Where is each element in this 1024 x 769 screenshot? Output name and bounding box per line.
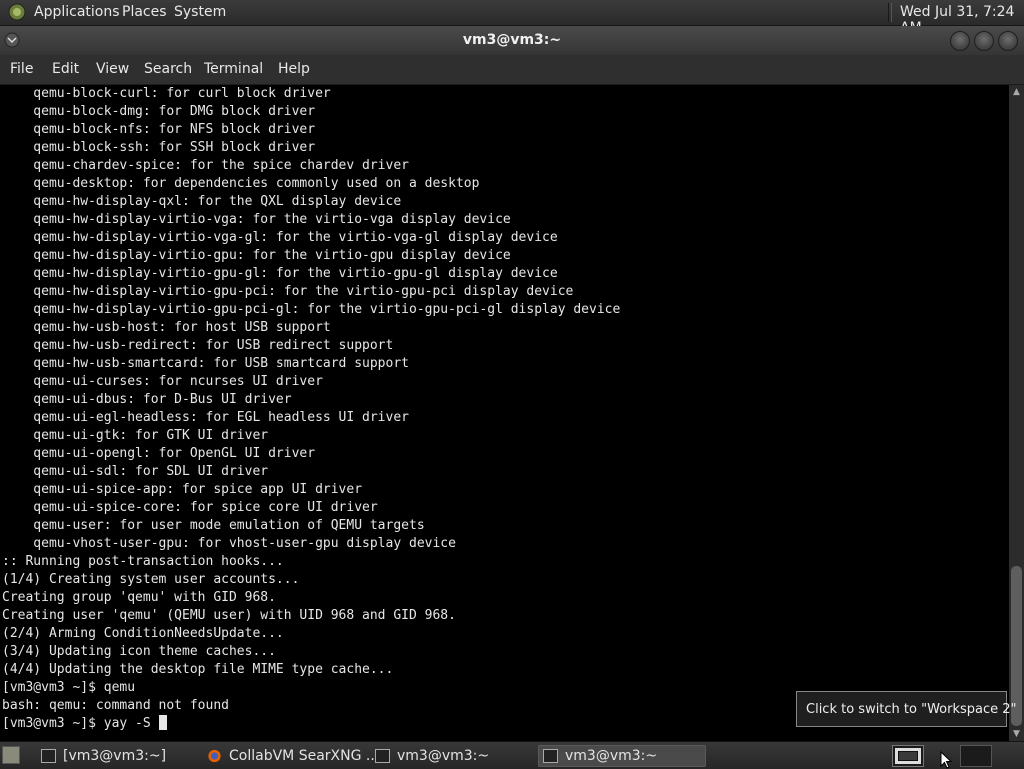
terminal-prompt-line: [vm3@vm3 ~]$ yay -S (2, 715, 620, 733)
window-titlebar[interactable]: vm3@vm3:~ (0, 26, 1024, 55)
terminal-line: bash: qemu: command not found (2, 698, 229, 713)
terminal-output-area[interactable]: qemu-block-curl: for curl block driver q… (0, 85, 1009, 741)
minimize-button[interactable] (950, 31, 970, 51)
menu-terminal[interactable]: Terminal (204, 61, 263, 77)
terminal-line: qemu-block-dmg: for DMG block driver (2, 104, 316, 119)
window-title: vm3@vm3:~ (462, 32, 562, 48)
taskbar-item-label: [vm3@vm3:~] (63, 748, 167, 764)
mouse-pointer-icon (940, 751, 952, 769)
terminal-line: qemu-ui-spice-core: for spice core UI dr… (2, 500, 378, 515)
terminal-line: qemu-hw-display-virtio-vga: for the virt… (2, 212, 511, 227)
terminal-line: :: Running post-transaction hooks... (2, 554, 284, 569)
taskbar-item-terminal-minimized[interactable]: [vm3@vm3:~] (36, 745, 200, 767)
terminal-line: qemu-ui-opengl: for OpenGL UI driver (2, 446, 316, 461)
menu-file[interactable]: File (10, 61, 33, 77)
taskbar-item-label: vm3@vm3:~ (565, 748, 658, 764)
terminal-line: qemu-ui-gtk: for GTK UI driver (2, 428, 269, 443)
terminal-line: Creating user 'qemu' (QEMU user) with UI… (2, 608, 456, 623)
workspace-tooltip: Click to switch to "Workspace 2" (796, 691, 1017, 727)
places-menu[interactable]: Places (122, 4, 167, 20)
terminal-menubar: File Edit View Search Terminal Help (0, 55, 1024, 85)
terminal-icon (375, 749, 390, 763)
terminal-line: qemu-ui-egl-headless: for EGL headless U… (2, 410, 409, 425)
terminal-line: qemu-hw-usb-redirect: for USB redirect s… (2, 338, 394, 353)
gnome-foot-icon[interactable] (8, 3, 26, 21)
applications-menu[interactable]: Applications (34, 4, 120, 20)
menu-view[interactable]: View (96, 61, 129, 77)
menu-help[interactable]: Help (278, 61, 310, 77)
terminal-line: qemu-hw-display-virtio-vga-gl: for the v… (2, 230, 558, 245)
panel-separator (888, 3, 892, 22)
workspace-1-button[interactable] (892, 745, 924, 767)
terminal-line: qemu-hw-usb-smartcard: for USB smartcard… (2, 356, 409, 371)
terminal-line: qemu-ui-spice-app: for spice app UI driv… (2, 482, 363, 497)
bottom-panel: [vm3@vm3:~] CollabVM SearXNG ... vm3@vm3… (0, 741, 1024, 769)
firefox-icon (208, 749, 221, 763)
terminal-line: qemu-desktop: for dependencies commonly … (2, 176, 480, 191)
terminal-line: (2/4) Arming ConditionNeedsUpdate... (2, 626, 284, 641)
show-desktop-icon[interactable] (2, 746, 20, 764)
terminal-line: qemu-ui-sdl: for SDL UI driver (2, 464, 269, 479)
terminal-line: qemu-hw-display-virtio-gpu: for the virt… (2, 248, 511, 263)
text-cursor (158, 715, 167, 730)
top-panel: Applications Places System Wed Jul 31, 7… (0, 0, 1024, 36)
taskbar-item-label: vm3@vm3:~ (397, 748, 490, 764)
terminal-icon (543, 749, 558, 763)
terminal-line: qemu-chardev-spice: for the spice charde… (2, 158, 409, 173)
taskbar-item-terminal[interactable]: vm3@vm3:~ (370, 745, 536, 767)
maximize-button[interactable] (974, 31, 994, 51)
terminal-line: qemu-ui-curses: for ncurses UI driver (2, 374, 323, 389)
taskbar-item-browser[interactable]: CollabVM SearXNG ... (202, 745, 379, 767)
terminal-line: qemu-block-curl: for curl block driver (2, 86, 331, 101)
terminal-line: qemu-hw-usb-host: for host USB support (2, 320, 331, 335)
workspace-1-preview (895, 748, 921, 764)
workspace-window-thumbnail (898, 751, 918, 761)
scroll-down-arrow-icon[interactable]: ▼ (1009, 727, 1024, 741)
system-menu[interactable]: System (174, 4, 226, 20)
terminal-line: (3/4) Updating icon theme caches... (2, 644, 276, 659)
terminal-line: qemu-user: for user mode emulation of QE… (2, 518, 425, 533)
terminal-line: qemu-ui-dbus: for D-Bus UI driver (2, 392, 292, 407)
terminal-line: (1/4) Creating system user accounts... (2, 572, 300, 587)
terminal-scrollbar[interactable]: ▲ ▼ (1009, 85, 1024, 741)
terminal-line: qemu-hw-display-virtio-gpu-gl: for the v… (2, 266, 558, 281)
terminal-line: (4/4) Updating the desktop file MIME typ… (2, 662, 394, 677)
terminal-line: qemu-hw-display-virtio-gpu-pci: for the … (2, 284, 574, 299)
terminal-icon (41, 749, 56, 763)
terminal-line: qemu-block-nfs: for NFS block driver (2, 122, 316, 137)
terminal-line: qemu-vhost-user-gpu: for vhost-user-gpu … (2, 536, 456, 551)
scroll-up-arrow-icon[interactable]: ▲ (1009, 85, 1024, 99)
workspace-2-button[interactable] (960, 745, 992, 767)
terminal-line: qemu-hw-display-qxl: for the QXL display… (2, 194, 402, 209)
menu-edit[interactable]: Edit (52, 61, 79, 77)
taskbar-item-terminal-active[interactable]: vm3@vm3:~ (538, 745, 706, 767)
terminal-line: qemu-block-ssh: for SSH block driver (2, 140, 316, 155)
terminal-line: Creating group 'qemu' with GID 968. (2, 590, 276, 605)
menu-search[interactable]: Search (144, 61, 192, 77)
prompt-text: [vm3@vm3 ~]$ yay -S (2, 716, 159, 731)
close-button[interactable] (998, 31, 1018, 51)
terminal-line: [vm3@vm3 ~]$ qemu (2, 680, 136, 695)
terminal-line: qemu-hw-display-virtio-gpu-pci-gl: for t… (2, 302, 621, 317)
taskbar-item-label: CollabVM SearXNG ... (229, 748, 380, 764)
terminal-text: qemu-block-curl: for curl block driver q… (2, 85, 620, 733)
